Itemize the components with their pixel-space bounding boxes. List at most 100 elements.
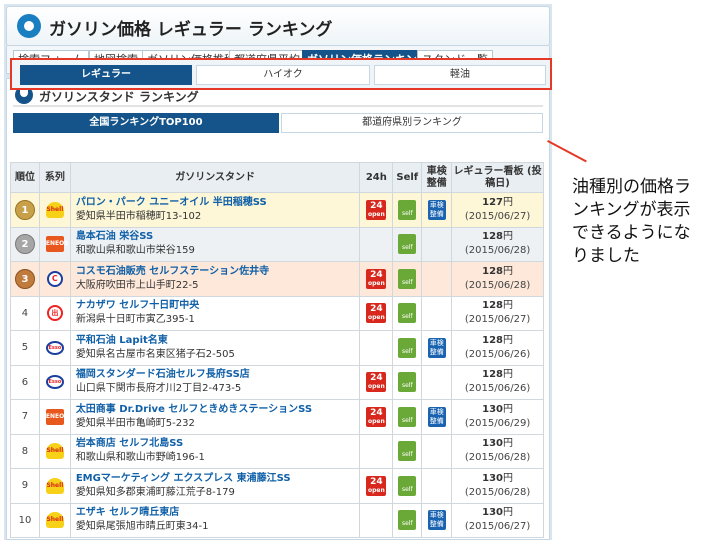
- price-number: 128: [482, 300, 504, 312]
- open-24h-icon: 24 open: [366, 372, 387, 393]
- esso-logo-icon: Esso: [45, 375, 64, 390]
- station-name-link[interactable]: 平和石油 Lapit名東: [76, 334, 360, 348]
- self-cell: self: [392, 192, 423, 228]
- station-name-link[interactable]: 福岡スタンダード石油セルフ長府SS店: [76, 368, 360, 382]
- price-value: 128円: [452, 334, 543, 348]
- price-cell: 128円 (2015/06/26): [451, 330, 544, 366]
- esso-logo-icon: Esso: [45, 340, 64, 355]
- station-cell: 平和石油 Lapit名東 愛知県名古屋市名東区猪子石2-505: [69, 330, 361, 366]
- open-24h-number: 24: [370, 200, 383, 211]
- fuel-type-selector: レギュラー ハイオク 軽油: [10, 58, 552, 90]
- inspection-label-bottom: 整備: [429, 416, 444, 425]
- station-name-link[interactable]: パロン・パーク ユニーオイル 半田稲穂SS: [76, 196, 360, 210]
- header-rank: 順位: [10, 162, 40, 193]
- shell-logo-icon: Shell: [45, 477, 64, 494]
- rank-cell: 2: [10, 226, 40, 262]
- open-24h-icon: 24 open: [366, 406, 387, 427]
- station-name-link[interactable]: 太田商事 Dr.Drive セルフときめきステーションSS: [76, 403, 360, 417]
- inspection-cell: [421, 261, 453, 297]
- h24-cell: 24 open: [359, 468, 394, 504]
- post-date: (2015/06/28): [464, 279, 531, 291]
- open-24h-number: 24: [370, 476, 383, 487]
- price-number: 128: [482, 265, 504, 277]
- table-row[interactable]: 8 Shell 岩本商店 セルフ北島SS 和歌山県和歌山市野崎196-1 sel…: [10, 433, 544, 469]
- post-date: (2015/06/27): [464, 314, 531, 326]
- fuel-tab-diesel[interactable]: 軽油: [374, 65, 546, 85]
- rank-medal-icon: 3: [14, 268, 35, 289]
- shell-logo-icon: Shell: [45, 443, 64, 460]
- shell-logo-icon: Shell: [45, 201, 64, 218]
- rank-number: 7: [21, 411, 29, 423]
- open-24h-number: 24: [370, 373, 383, 384]
- rank-cell: 3: [10, 261, 40, 297]
- station-name-link[interactable]: EMGマーケティング エクスプレス 東浦藤江SS: [76, 472, 360, 486]
- inspection-cell: 車検 整備: [421, 502, 453, 538]
- h24-cell: [359, 433, 394, 469]
- self-service-icon: self: [398, 475, 417, 496]
- inspection-cell: [421, 433, 453, 469]
- table-row[interactable]: 9 Shell EMGマーケティング エクスプレス 東浦藤江SS 愛知県知多郡東…: [10, 468, 544, 504]
- table-row[interactable]: 10 Shell エザキ セルフ晴丘東店 愛知県尾張旭市晴丘町東34-1 sel…: [10, 502, 544, 538]
- table-row[interactable]: 2 ENEOS 島本石油 栄谷SS 和歌山県和歌山市栄谷159 self 128…: [10, 226, 544, 262]
- self-cell: self: [392, 226, 423, 262]
- price-unit: 円: [503, 507, 514, 519]
- station-name-link[interactable]: コスモ石油販売 セルフステーション佐井寺: [76, 265, 360, 279]
- price-unit: 円: [503, 300, 514, 312]
- self-cell: self: [392, 364, 423, 400]
- price-cell: 127円 (2015/06/27): [451, 192, 544, 228]
- h24-cell: 24 open: [359, 295, 394, 331]
- brand-cell: Shell: [38, 468, 71, 504]
- station-address: 和歌山県和歌山市野崎196-1: [75, 452, 205, 464]
- self-service-icon: self: [398, 406, 417, 427]
- table-row[interactable]: 1 Shell パロン・パーク ユニーオイル 半田稲穂SS 愛知県半田市稲穂町1…: [10, 192, 544, 228]
- shell-logo-icon: Shell: [45, 512, 64, 529]
- price-value: 128円: [452, 299, 543, 313]
- price-unit: 円: [503, 403, 514, 415]
- station-name-link[interactable]: 島本石油 栄谷SS: [76, 230, 360, 244]
- inspection-label-top: 車検: [429, 511, 444, 520]
- price-number: 130: [482, 507, 504, 519]
- brand-cell: Shell: [38, 192, 71, 228]
- header-24h: 24h: [359, 162, 394, 193]
- table-row[interactable]: 7 ENEOS 太田商事 Dr.Drive セルフときめきステーションSS 愛知…: [10, 399, 544, 435]
- station-address: 大阪府吹田市上山手町22-5: [75, 279, 199, 291]
- rank-number: 6: [21, 376, 29, 388]
- table-row[interactable]: 6 Esso 福岡スタンダード石油セルフ長府SS店 山口県下関市長府才川2丁目2…: [10, 364, 544, 400]
- station-cell: 島本石油 栄谷SS 和歌山県和歌山市栄谷159: [69, 226, 361, 262]
- table-row[interactable]: 5 Esso 平和石油 Lapit名東 愛知県名古屋市名東区猪子石2-505 s…: [10, 330, 544, 366]
- brand-cell: Shell: [38, 502, 71, 538]
- fuel-tab-regular[interactable]: レギュラー: [20, 65, 192, 85]
- self-cell: self: [392, 330, 423, 366]
- tab-national-top100[interactable]: 全国ランキングTOP100: [13, 113, 279, 133]
- tab-prefecture-ranking[interactable]: 都道府県別ランキング: [281, 113, 543, 133]
- open-24h-label: open: [367, 314, 385, 322]
- rank-medal-icon: 2: [14, 234, 35, 255]
- fuel-tab-high-octane[interactable]: ハイオク: [196, 65, 370, 85]
- table-row[interactable]: 4 出 ナカザワ セルフ十日町中央 新潟県十日町市寅乙395-1 24 open …: [10, 295, 544, 331]
- self-service-icon: self: [398, 337, 417, 358]
- price-number: 128: [482, 334, 504, 346]
- header-station: ガソリンスタンド: [69, 162, 361, 193]
- open-24h-number: 24: [370, 269, 383, 280]
- station-name-link[interactable]: ナカザワ セルフ十日町中央: [76, 299, 360, 313]
- brand-cell: ENEOS: [38, 399, 71, 435]
- price-cell: 128円 (2015/06/28): [451, 226, 544, 262]
- page-title: ガソリン価格 レギュラー ランキング: [49, 20, 333, 40]
- callout-text: 油種別の価格ランキングが表示できるようになりました: [572, 177, 691, 266]
- post-date: (2015/06/29): [464, 417, 531, 429]
- station-name-link[interactable]: エザキ セルフ晴丘東店: [76, 506, 360, 520]
- post-date: (2015/06/27): [464, 521, 531, 533]
- price-value: 128円: [452, 265, 543, 279]
- self-service-icon: self: [398, 234, 417, 255]
- h24-cell: [359, 502, 394, 538]
- post-date: (2015/06/28): [464, 486, 531, 498]
- ranking-table: 順位 系列 ガソリンスタンド 24h Self 車検 整備 レギュラー看板 (投…: [10, 162, 544, 538]
- station-name-link[interactable]: 岩本商店 セルフ北島SS: [76, 437, 360, 451]
- price-unit: 円: [503, 472, 514, 484]
- price-cell: 128円 (2015/06/27): [451, 295, 544, 331]
- price-cell: 128円 (2015/06/26): [451, 364, 544, 400]
- station-address: 和歌山県和歌山市栄谷159: [75, 245, 195, 257]
- table-row[interactable]: 3 C コスモ石油販売 セルフステーション佐井寺 大阪府吹田市上山手町22-5 …: [10, 261, 544, 297]
- rank-cell: 1: [10, 192, 40, 228]
- station-address: 愛知県半田市亀崎町5-232: [75, 417, 195, 429]
